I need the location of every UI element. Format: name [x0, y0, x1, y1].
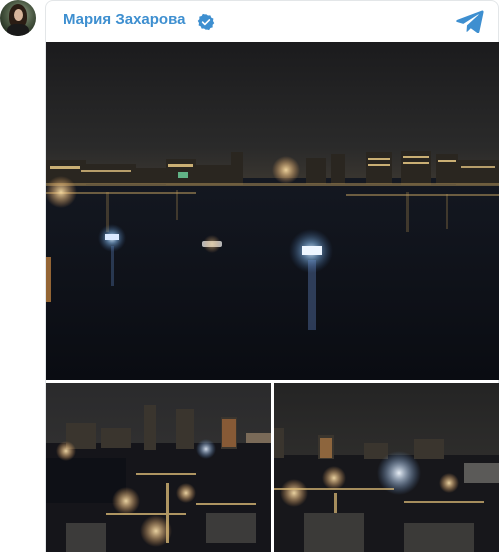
city-aerial-right-image	[274, 383, 499, 552]
telegram-icon[interactable]	[456, 9, 484, 33]
verified-badge-icon	[197, 13, 215, 31]
photo-city-aerial-left[interactable]	[46, 383, 271, 552]
river-panorama-image	[46, 42, 499, 380]
city-aerial-left-image	[46, 383, 271, 552]
avatar-body	[7, 24, 29, 36]
author-name[interactable]: Мария Захарова	[63, 11, 185, 28]
photo-city-aerial-right[interactable]	[274, 383, 499, 552]
post-header: Мария Захарова	[46, 1, 498, 41]
avatar-face	[14, 9, 23, 21]
avatar[interactable]	[0, 0, 36, 36]
photo-river-panorama[interactable]	[46, 42, 499, 380]
